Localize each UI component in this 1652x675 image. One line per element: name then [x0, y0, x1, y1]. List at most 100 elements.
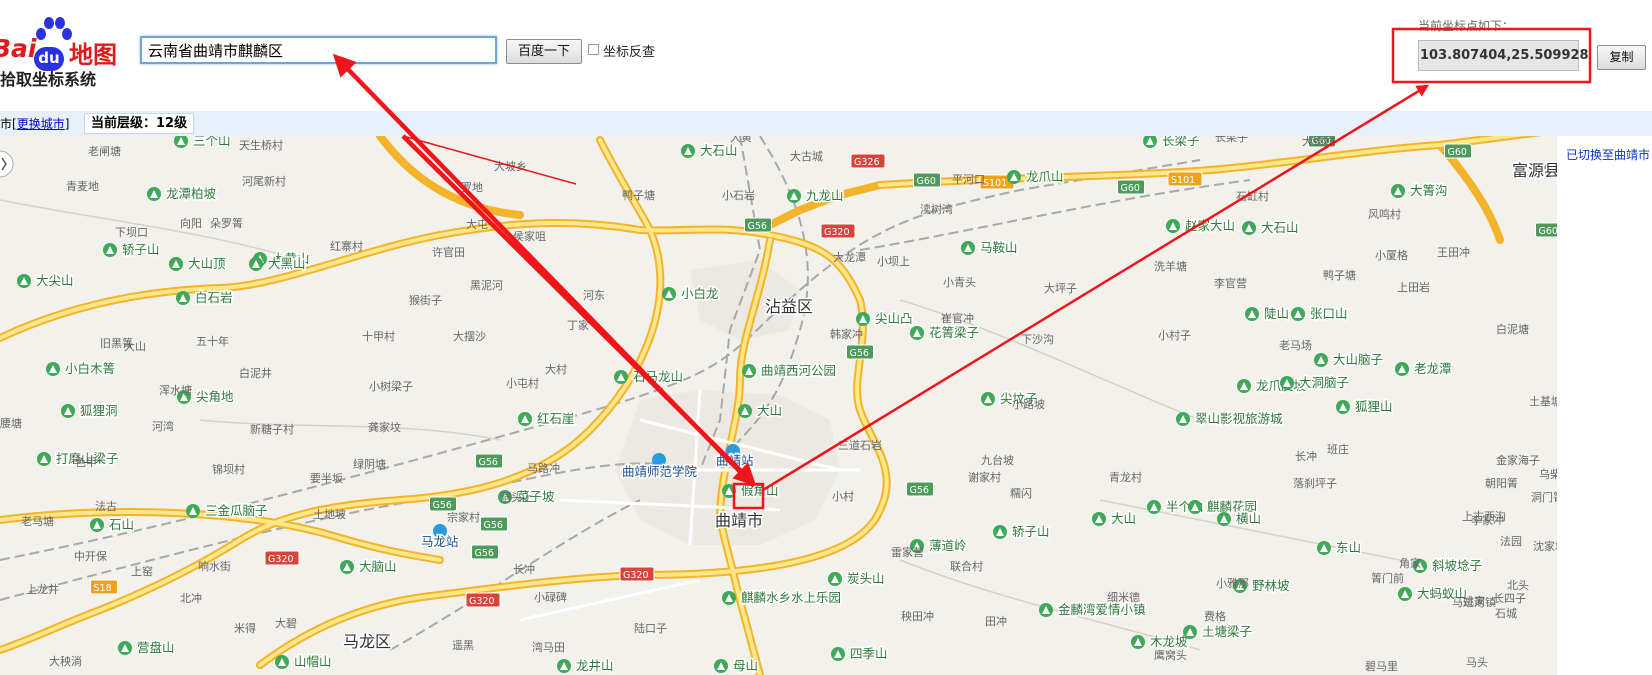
search-input[interactable]: [140, 36, 497, 64]
road-shield-label: G60: [917, 176, 936, 187]
village-label: 色甲: [75, 455, 97, 469]
peak-label: 狐狸洞: [80, 403, 118, 418]
village-label: 落刹坪子: [1293, 477, 1337, 490]
village-label: 长冲: [1295, 449, 1317, 463]
coords-output[interactable]: 103.807404,25.509928: [1418, 40, 1589, 71]
village-label: 锦坝村: [212, 462, 245, 476]
village-label: 小村子: [1158, 328, 1191, 342]
village-label: 十甲村: [362, 329, 395, 343]
village-label: 田冲: [985, 614, 1007, 628]
village-label: 细米德: [1107, 590, 1140, 604]
village-label: 班庄: [1327, 442, 1349, 456]
village-label: 长梁子: [1215, 136, 1248, 144]
peak-label: 麒麟水乡水上乐园: [741, 590, 841, 605]
village-label: 韩家冲: [830, 327, 863, 341]
village-label: 黑泥河: [470, 279, 503, 292]
peak-label: 横山: [1236, 511, 1261, 526]
village-label: 崔官冲: [941, 311, 974, 325]
village-label: 秧田冲: [901, 609, 934, 623]
peak-label: 轿子山: [122, 242, 160, 257]
village-label: 大坪子: [1044, 281, 1077, 295]
village-label: 白泥井: [239, 366, 272, 380]
peak-label: 赵家大山: [1185, 218, 1235, 233]
village-label: 河湾: [152, 419, 174, 433]
village-label: 乌柴: [1539, 467, 1557, 481]
road-shield-label: G56: [910, 485, 929, 496]
peak-label: 假角山: [741, 483, 779, 498]
village-label: 角家: [1399, 556, 1421, 570]
village-label: 旧黑箐: [100, 337, 133, 350]
search-button[interactable]: 百度一下: [506, 39, 582, 64]
transit-label: 曲靖站: [716, 453, 754, 468]
village-label: 湾马田: [532, 640, 565, 654]
village-label: 渎树湾: [920, 202, 953, 216]
village-label: 陆口子: [634, 621, 667, 635]
village-label: 洗羊塘: [1154, 259, 1187, 273]
village-label: 小屯村: [506, 376, 539, 390]
peak-label: 长梁子: [1162, 136, 1200, 148]
peak-label: 大石山: [700, 143, 738, 158]
village-label: 王田冲: [1437, 245, 1470, 259]
village-label: 大村: [545, 362, 567, 376]
peak-label: 木龙坡: [1150, 634, 1188, 649]
reverse-lookup-label: 坐标反查: [603, 45, 656, 60]
peak-label: 轿子山: [1012, 524, 1050, 539]
village-label: 向阳: [180, 216, 202, 230]
village-label: 青龙村: [1109, 470, 1142, 484]
village-label: 朵罗箐: [210, 217, 243, 230]
copy-button[interactable]: 复制: [1597, 45, 1646, 70]
village-label: 法园: [1500, 534, 1522, 548]
road-shield-label: S101: [983, 178, 1007, 189]
peak-label: 老龙潭: [1414, 361, 1452, 376]
village-label: 浑水塘: [159, 383, 192, 397]
village-label: 土基塘: [1529, 394, 1557, 408]
village-label: 平河口: [952, 173, 985, 186]
village-label: 小厦格: [1375, 248, 1408, 262]
reverse-lookup-checkbox[interactable]: [588, 44, 599, 55]
village-label: 马过河镇: [1452, 595, 1496, 609]
village-label: 北冲: [180, 591, 202, 605]
peak-label: 大尖山: [36, 273, 74, 288]
village-label: 大德村: [1302, 136, 1335, 148]
village-label: 鸭子塘: [1323, 268, 1356, 282]
village-label: 沈家坪: [1533, 539, 1557, 553]
paw-icon: [36, 17, 72, 40]
road-shield-label: S18: [94, 583, 112, 594]
road-shield-label: G60: [1121, 183, 1140, 194]
peak-label: 龙井山: [576, 658, 614, 673]
village-label: 老马场: [1279, 338, 1312, 352]
village-label: 箐门前: [1371, 571, 1404, 585]
village-label: 鸭子塘: [622, 188, 655, 202]
peak-label: 红石崖: [537, 411, 575, 426]
road-shield-label: G320: [268, 554, 294, 565]
peak-label: 大山脑子: [1333, 352, 1383, 367]
city-switched-note[interactable]: 已切换至曲靖市: [1566, 146, 1650, 163]
village-label: 小青头: [943, 276, 976, 289]
peak-label: 大山: [757, 403, 782, 418]
village-label: 上龙井: [26, 582, 59, 596]
village-label: 碧马里: [1365, 660, 1398, 673]
village-label: 五十年: [196, 334, 229, 348]
road-shield-label: S101: [1171, 175, 1195, 186]
peak-label: 大箐沟: [1410, 183, 1448, 198]
change-city-link[interactable]: 更换城市: [17, 117, 65, 131]
village-label: 中开保: [74, 549, 107, 563]
village-label: 上田岩: [1397, 280, 1430, 294]
village-label: 大坡乡: [494, 159, 527, 173]
village-label: 绿阴塘: [353, 457, 386, 471]
village-label: 米得: [234, 622, 256, 635]
village-label: 河东: [583, 289, 605, 302]
peak-label: 龙爪山: [1026, 169, 1064, 184]
village-label: 下沙沟: [1021, 333, 1054, 346]
road-shield-label: G326: [854, 157, 880, 168]
peak-label: 小白龙: [681, 286, 719, 301]
city-close: ]: [64, 117, 70, 131]
peak-label: 曲靖西河公园: [761, 363, 836, 378]
village-label: 上窑: [131, 564, 153, 578]
village-label: 腰塘: [0, 416, 22, 430]
village-label: 大摆沙: [453, 329, 486, 343]
map-canvas[interactable]: G60 G60 G60 G60 G326 G320 G56 S101 S101 G60 G56 G56…: [0, 136, 1557, 675]
village-label: 洞头上: [500, 491, 533, 504]
road-shield-label: G60: [1539, 226, 1558, 237]
road-shield-label: G56: [479, 457, 498, 468]
